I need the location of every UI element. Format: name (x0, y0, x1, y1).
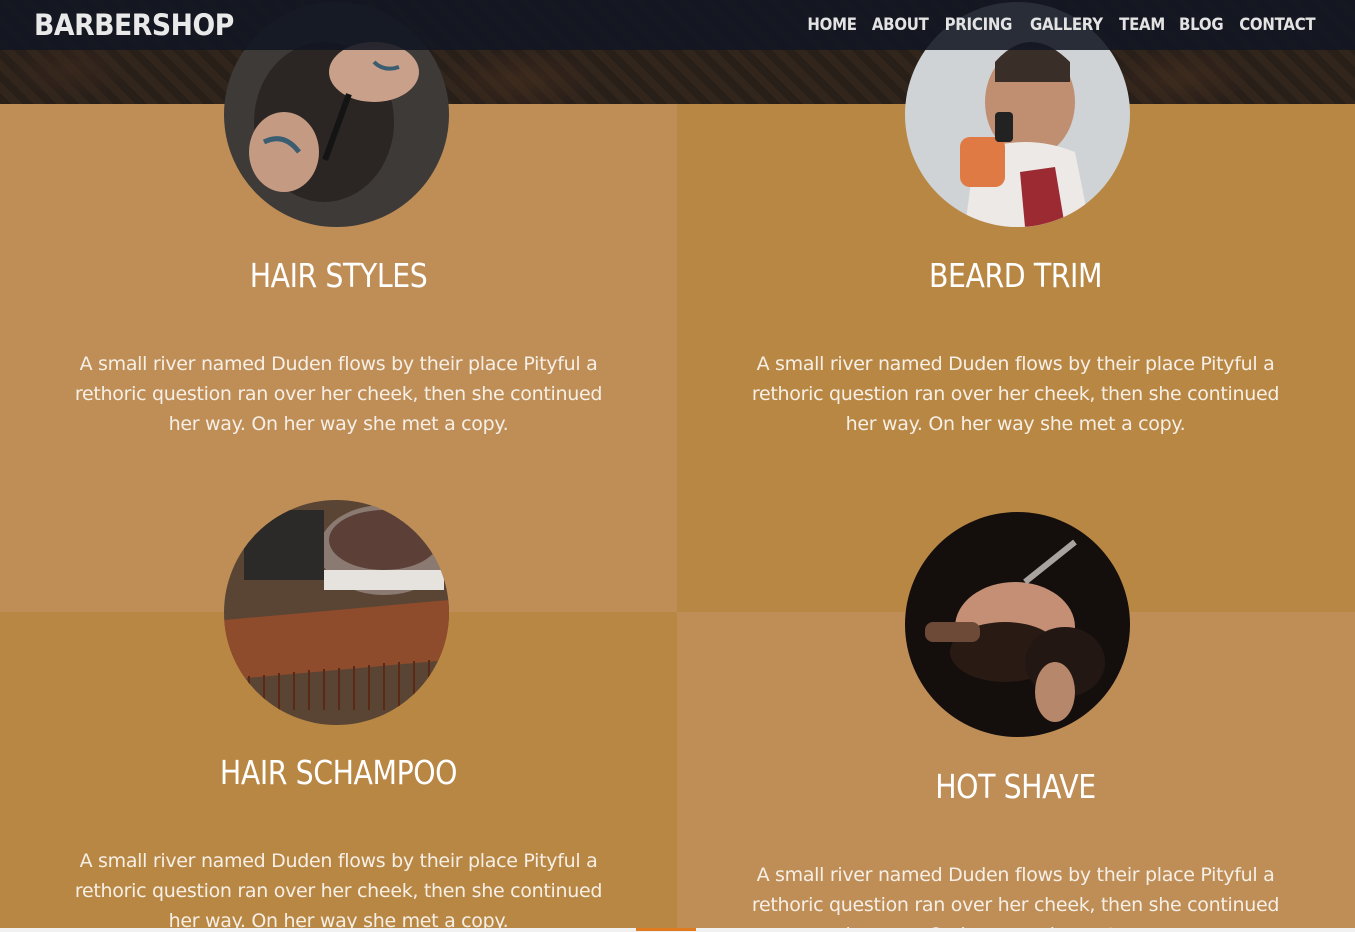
services-section: HAIR STYLES A small river named Duden fl… (0, 2, 1355, 932)
nav-about[interactable]: ABOUT (867, 15, 934, 35)
nav-gallery[interactable]: GALLERY (1025, 15, 1108, 35)
service-description: A small river named Duden flows by their… (751, 353, 1280, 435)
nav-contact[interactable]: CONTACT (1234, 15, 1321, 35)
main-nav: HOME ABOUT PRICING GALLERY TEAM BLOG CON… (802, 15, 1327, 35)
service-image-hot-shave (905, 512, 1130, 737)
bottom-scroll-indicator (0, 928, 1355, 932)
service-image-hair-schampoo (224, 500, 449, 725)
scroll-progress (636, 928, 696, 931)
service-title: HAIR STYLES (249, 256, 428, 295)
service-title: BEARD TRIM (928, 256, 1103, 295)
service-title: HOT SHAVE (935, 767, 1096, 806)
service-hot-shave: HOT SHAVE A small river named Duden flow… (677, 512, 1354, 932)
nav-home[interactable]: HOME (802, 15, 862, 35)
nav-pricing[interactable]: PRICING (940, 15, 1018, 35)
service-description: A small river named Duden flows by their… (74, 850, 603, 932)
top-navbar: BARBERSHOP HOME ABOUT PRICING GALLERY TE… (0, 0, 1355, 50)
service-title: HAIR SCHAMPOO (219, 753, 458, 792)
service-description: A small river named Duden flows by their… (751, 864, 1280, 932)
nav-blog[interactable]: BLOG (1174, 15, 1229, 35)
brand-logo[interactable]: BARBERSHOP (34, 8, 234, 42)
nav-team[interactable]: TEAM (1114, 15, 1170, 35)
service-description: A small river named Duden flows by their… (74, 353, 603, 435)
service-hair-schampoo: HAIR SCHAMPOO A small river named Duden … (0, 500, 677, 932)
